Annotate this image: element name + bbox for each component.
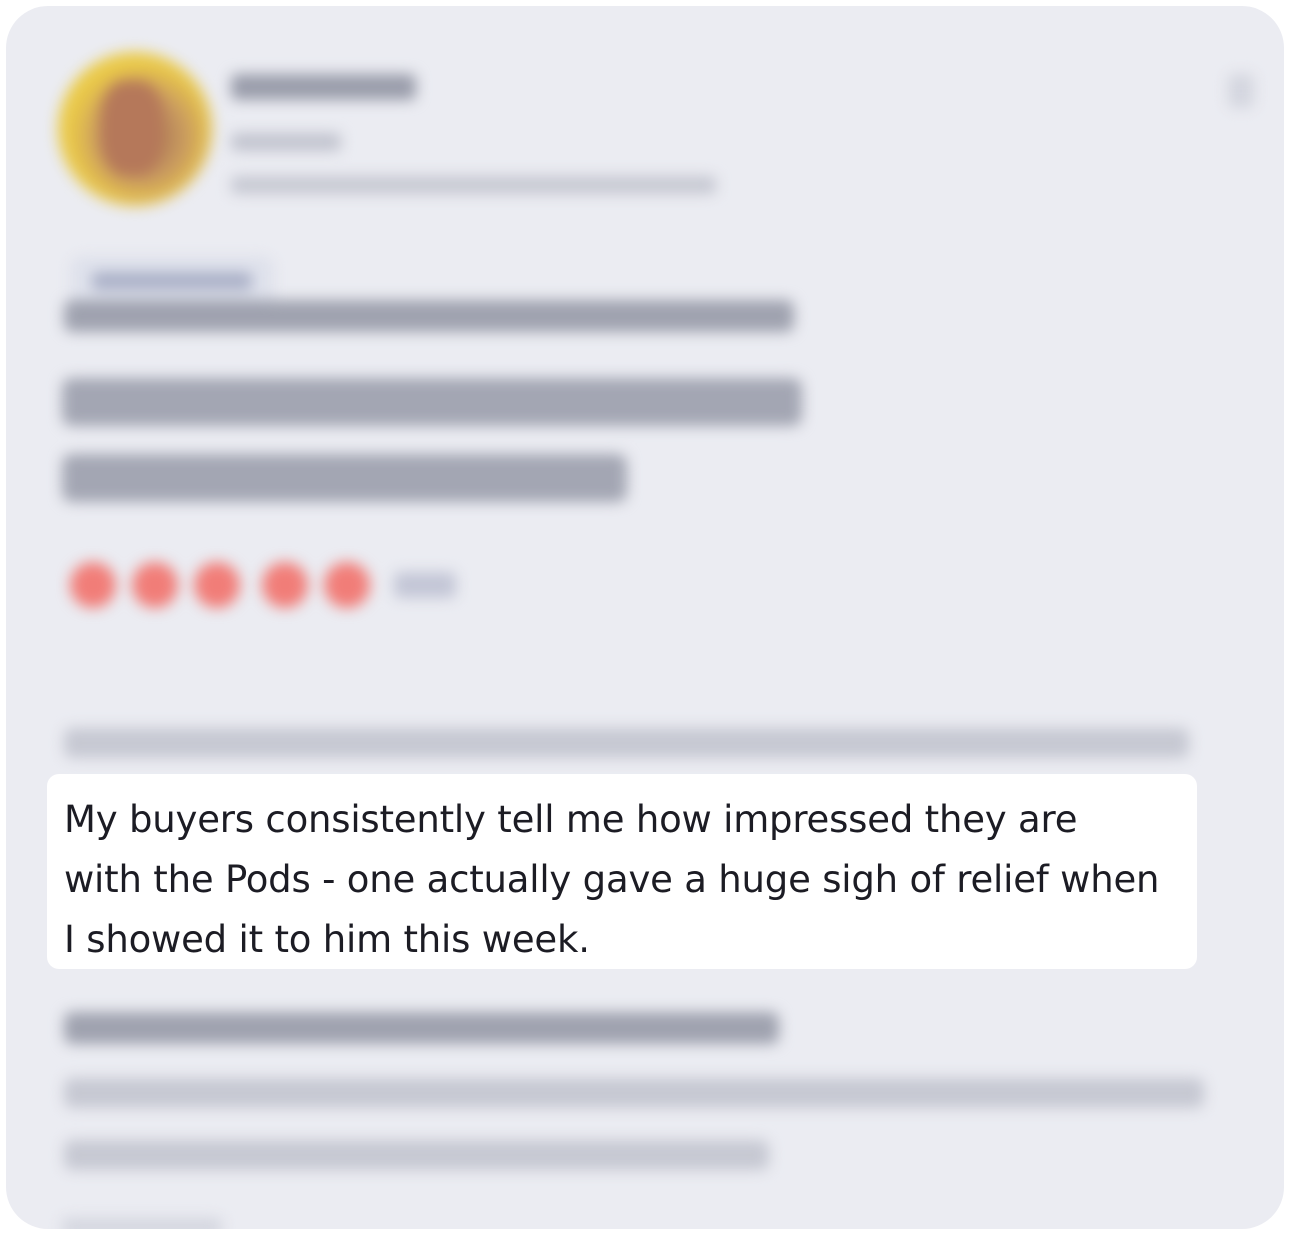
review-title-obscured — [62, 454, 627, 502]
star-icon — [262, 562, 308, 608]
question-dislikes-obscured — [64, 1012, 779, 1044]
star-icon — [70, 562, 116, 608]
answer-dislikes-obscured — [64, 1078, 1204, 1108]
rating-value-obscured — [394, 572, 456, 598]
more-vertical-icon[interactable] — [1228, 74, 1254, 108]
avatar-face — [100, 80, 164, 176]
avatar — [58, 52, 212, 206]
star-icon — [194, 562, 240, 608]
footer-obscured — [62, 1218, 222, 1229]
answer-likes-obscured — [64, 728, 1189, 758]
star-icon — [324, 562, 370, 608]
reviewer-name-obscured — [231, 74, 416, 100]
source-badge-text-obscured — [92, 272, 252, 290]
reviewer-role-obscured — [231, 133, 341, 151]
quote-line: My buyers consistently tell me how impre… — [64, 798, 1078, 841]
star-icon — [132, 562, 178, 608]
question-likes-obscured — [64, 300, 794, 332]
review-card: My buyers consistently tell me how impre… — [6, 6, 1284, 1229]
blurred-review-content — [6, 6, 1284, 1229]
answer-dislikes-obscured — [64, 1140, 769, 1170]
quote-line: with the Pods - one actually gave a huge… — [64, 858, 1160, 901]
quote-line: I showed it to him this week. — [64, 918, 590, 961]
highlighted-quote: My buyers consistently tell me how impre… — [47, 774, 1197, 969]
reviewer-company-obscured — [231, 176, 716, 194]
review-title-obscured — [62, 378, 802, 426]
